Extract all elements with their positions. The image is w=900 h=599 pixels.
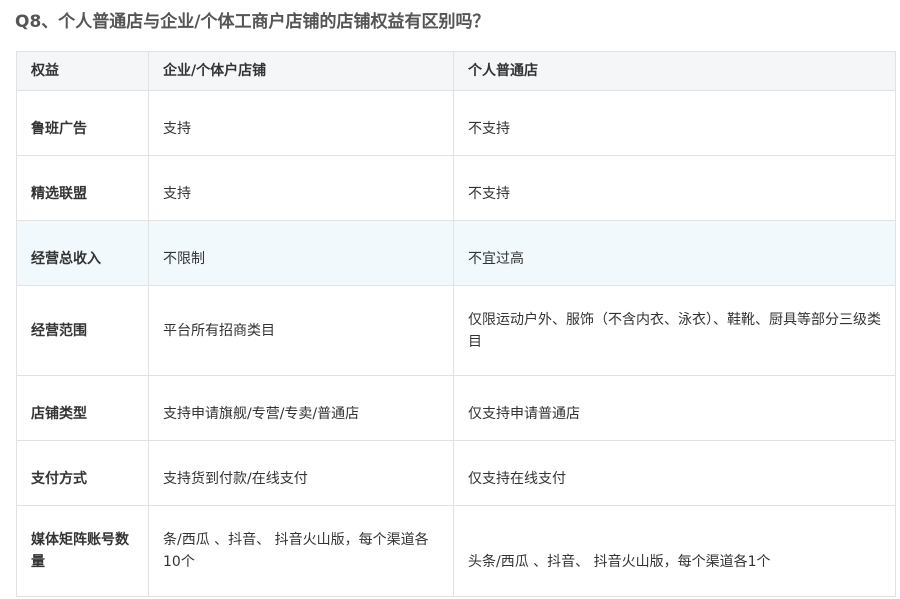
personal-cell: 不宜过高: [453, 220, 896, 286]
personal-cell: 仅限运动户外、服饰（不含内衣、泳衣）、鞋靴、厨具等部分三级类目: [453, 285, 896, 376]
row-name: 精选联盟: [31, 186, 87, 202]
personal-value: 不宜过高: [468, 251, 524, 267]
enterprise-value: 支持: [163, 121, 191, 137]
table-row: 经营总收入 不限制 不宜过高: [16, 220, 896, 286]
row-name-cell: 店铺类型: [16, 375, 149, 441]
enterprise-cell: 支持申请旗舰/专营/专卖/普通店: [148, 375, 454, 441]
column-header-enterprise: 企业/个体户店铺: [148, 51, 454, 91]
enterprise-value: 不限制: [163, 251, 205, 267]
personal-cell: 仅支持申请普通店: [453, 375, 896, 441]
personal-value: 仅支持在线支付: [468, 471, 566, 487]
enterprise-value: 支持货到付款/在线支付: [163, 471, 308, 487]
personal-cell: 不支持: [453, 90, 896, 156]
enterprise-value: 条/西瓜 、抖音、 抖音火山版，每个渠道各10个: [163, 532, 429, 570]
personal-cell: 头条/西瓜 、抖音、 抖音火山版，每个渠道各1个: [453, 505, 896, 597]
enterprise-cell: 条/西瓜 、抖音、 抖音火山版，每个渠道各10个: [148, 505, 454, 597]
enterprise-cell: 支持: [148, 90, 454, 156]
row-name-cell: 支付方式: [16, 440, 149, 506]
table-row: 店铺类型 支持申请旗舰/专营/专卖/普通店 仅支持申请普通店: [16, 375, 896, 441]
row-name-cell: 经营总收入: [16, 220, 149, 286]
table-header: 权益 企业/个体户店铺 个人普通店: [16, 51, 896, 91]
table-row: 媒体矩阵账号数量 条/西瓜 、抖音、 抖音火山版，每个渠道各10个 头条/西瓜 …: [16, 505, 896, 597]
table-row: 支付方式 支持货到付款/在线支付 仅支持在线支付: [16, 440, 896, 506]
row-name-cell: 鲁班广告: [16, 90, 149, 156]
row-name: 支付方式: [31, 471, 87, 487]
table-header-row: 权益 企业/个体户店铺 个人普通店: [16, 51, 896, 91]
column-header-rights: 权益: [16, 51, 149, 91]
personal-value: 头条/西瓜 、抖音、 抖音火山版，每个渠道各1个: [468, 554, 771, 570]
personal-cell: 仅支持在线支付: [453, 440, 896, 506]
enterprise-cell: 支持: [148, 155, 454, 221]
page-title: Q8、个人普通店与企业/个体工商户店铺的店铺权益有区别吗？: [15, 12, 490, 32]
table-row: 精选联盟 支持 不支持: [16, 155, 896, 221]
row-name-cell: 经营范围: [16, 285, 149, 376]
row-name: 店铺类型: [31, 406, 87, 422]
column-header-personal: 个人普通店: [453, 51, 896, 91]
row-name-cell: 媒体矩阵账号数量: [16, 505, 149, 597]
personal-cell: 不支持: [453, 155, 896, 221]
column-header-enterprise-label: 企业/个体户店铺: [163, 63, 267, 79]
enterprise-value: 平台所有招商类目: [163, 322, 275, 339]
row-name: 鲁班广告: [31, 121, 87, 137]
enterprise-value: 支持申请旗舰/专营/专卖/普通店: [163, 406, 360, 422]
enterprise-value: 支持: [163, 186, 191, 202]
row-name: 经营范围: [31, 322, 87, 339]
row-name-cell: 精选联盟: [16, 155, 149, 221]
enterprise-cell: 支持货到付款/在线支付: [148, 440, 454, 506]
personal-value: 不支持: [468, 186, 510, 202]
personal-value: 仅限运动户外、服饰（不含内衣、泳衣）、鞋靴、厨具等部分三级类目: [468, 311, 881, 350]
row-name: 媒体矩阵账号数量: [31, 532, 129, 570]
enterprise-cell: 平台所有招商类目: [148, 285, 454, 376]
enterprise-cell: 不限制: [148, 220, 454, 286]
column-header-personal-label: 个人普通店: [468, 63, 538, 79]
personal-value: 不支持: [468, 121, 510, 137]
table-body: 鲁班广告 支持 不支持 精选联盟 支持 不支持 经营总收入 不限制 不宜过高 经…: [16, 90, 896, 597]
personal-value: 仅支持申请普通店: [468, 406, 580, 422]
table-row: 鲁班广告 支持 不支持: [16, 90, 896, 156]
row-name: 经营总收入: [31, 251, 101, 267]
rights-comparison-table: 权益 企业/个体户店铺 个人普通店 鲁班广告 支持 不支持 精选联盟 支持 不支…: [16, 51, 896, 597]
table-row: 经营范围 平台所有招商类目 仅限运动户外、服饰（不含内衣、泳衣）、鞋靴、厨具等部…: [16, 285, 896, 376]
